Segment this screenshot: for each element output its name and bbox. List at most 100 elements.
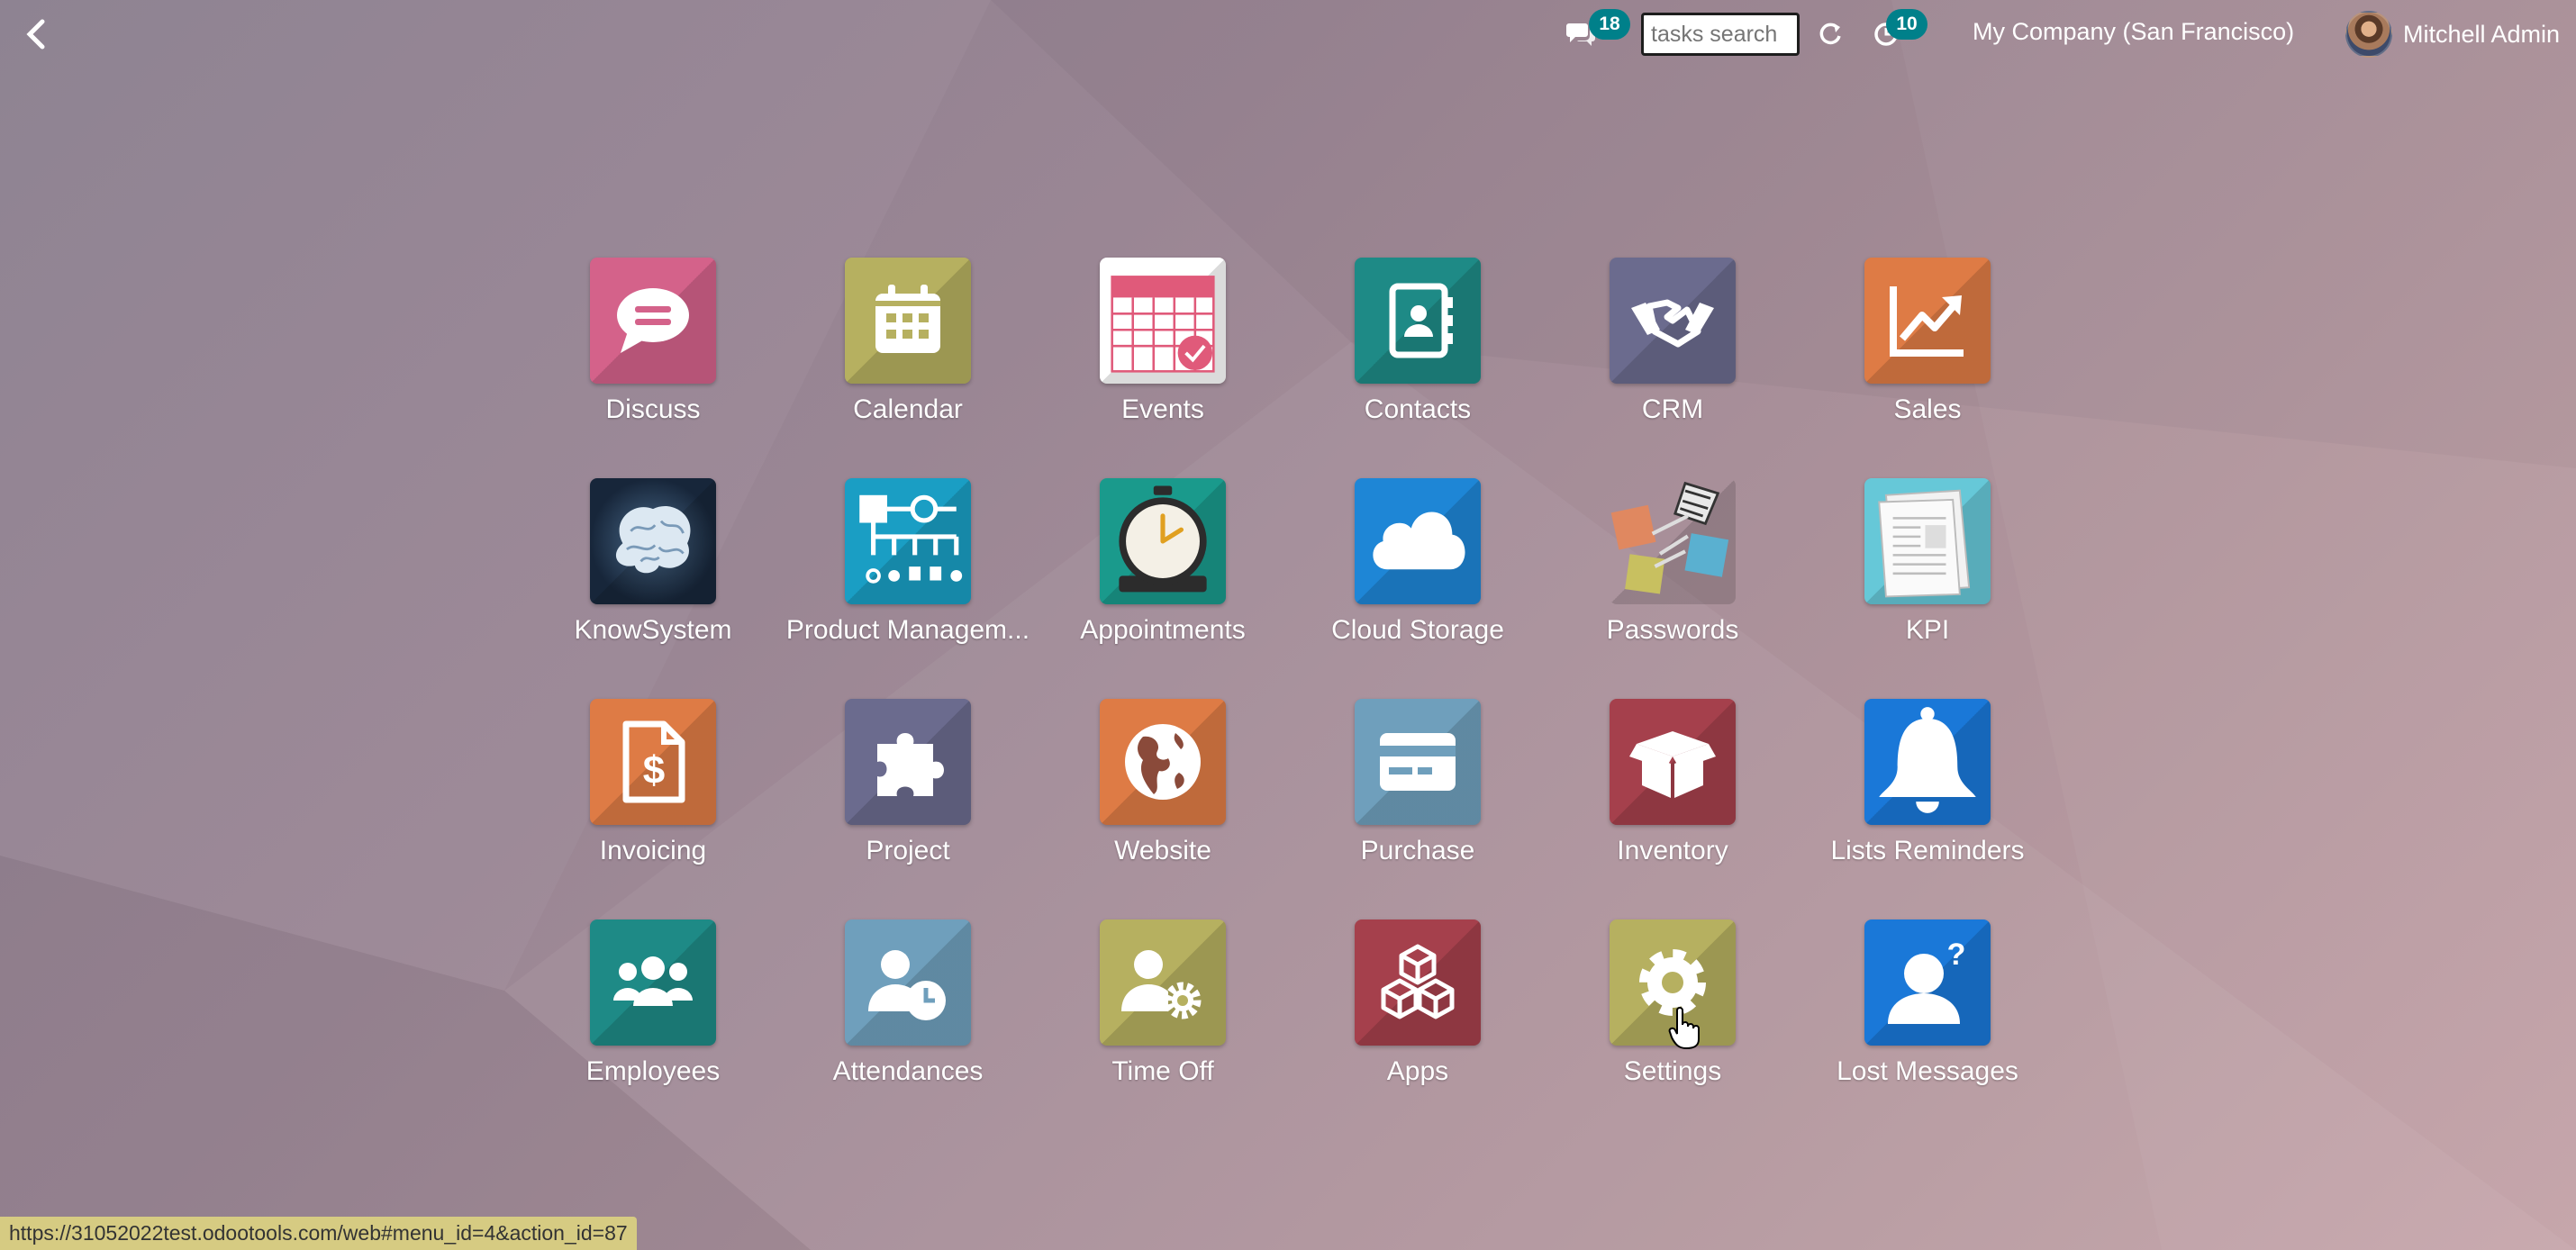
brain-icon <box>615 506 691 574</box>
app-icon-tile <box>1610 699 1736 825</box>
app-lost-messages[interactable]: ? Lost Messages <box>1800 919 2055 1140</box>
app-appointments[interactable]: Appointments <box>1035 478 1291 699</box>
bell-icon <box>1879 707 1976 813</box>
app-icon-tile <box>845 699 971 825</box>
app-label: Contacts <box>1364 394 1472 424</box>
app-label: Employees <box>585 1056 721 1086</box>
app-invoicing[interactable]: $ Invoicing <box>525 699 781 919</box>
app-icon-tile <box>1100 699 1226 825</box>
user-clock-icon <box>868 950 946 1020</box>
app-label: Appointments <box>1080 615 1246 645</box>
app-icon-tile <box>1100 258 1226 384</box>
app-time-off[interactable]: Time Off <box>1035 919 1291 1140</box>
app-icon-tile <box>1610 478 1736 604</box>
app-discuss[interactable]: Discuss <box>525 258 781 478</box>
app-calendar[interactable]: Calendar <box>780 258 1036 478</box>
app-icon-tile <box>1355 919 1481 1046</box>
user-question-icon: ? <box>1888 938 1966 1024</box>
app-label: CRM <box>1641 394 1704 424</box>
refresh-icon <box>1819 23 1841 45</box>
app-website[interactable]: Website <box>1035 699 1291 919</box>
app-label: Attendances <box>832 1056 984 1086</box>
app-label: Purchase <box>1360 836 1475 865</box>
app-icon-tile <box>845 919 971 1046</box>
people-icon <box>613 956 693 1006</box>
app-kpi[interactable]: KPI <box>1800 478 2055 699</box>
app-product-management[interactable]: Product Managem... <box>780 478 1036 699</box>
app-knowsystem[interactable]: KnowSystem <box>525 478 781 699</box>
trend-chart-icon <box>1890 286 1964 357</box>
app-attendances[interactable]: Attendances <box>780 919 1036 1140</box>
messages-count-badge: 18 <box>1589 9 1630 40</box>
app-icon-tile <box>1100 478 1226 604</box>
app-label: Product Managem... <box>785 615 1030 645</box>
app-icon-tile <box>845 478 971 604</box>
refresh-button[interactable] <box>1816 20 1846 50</box>
padlocks-icon <box>1610 481 1729 594</box>
app-icon-tile: ? <box>1864 919 1991 1046</box>
app-icon-tile <box>590 478 716 604</box>
app-label: Passwords <box>1606 615 1739 645</box>
handshake-icon <box>1631 299 1714 348</box>
app-label: Invoicing <box>599 836 707 865</box>
app-contacts[interactable]: Contacts <box>1290 258 1546 478</box>
app-label: Lost Messages <box>1837 1056 2018 1086</box>
app-inventory[interactable]: Inventory <box>1545 699 1800 919</box>
app-lists-reminders[interactable]: Lists Reminders <box>1800 699 2055 919</box>
back-button[interactable] <box>18 16 54 52</box>
app-icon-tile <box>1355 478 1481 604</box>
cloud-icon <box>1373 512 1465 570</box>
user-gear-icon <box>1121 950 1202 1019</box>
status-bar-url: https://31052022test.odootools.com/web#m… <box>0 1217 637 1250</box>
app-label: Lists Reminders <box>1830 836 2025 865</box>
app-label: Calendar <box>853 394 963 424</box>
app-label: Settings <box>1623 1056 1722 1086</box>
cubes-icon <box>1381 944 1455 1019</box>
activity-count-badge: 10 <box>1886 9 1927 40</box>
event-calendar-icon <box>1111 276 1215 373</box>
hand-cursor-icon <box>1668 1007 1700 1050</box>
app-icon-tile <box>590 919 716 1046</box>
app-label: Inventory <box>1617 836 1728 865</box>
app-label: Sales <box>1893 394 1962 424</box>
app-passwords[interactable]: Passwords <box>1545 478 1800 699</box>
chevron-left-icon <box>26 19 45 50</box>
box-icon <box>1629 731 1716 798</box>
app-icon-tile <box>1864 258 1991 384</box>
app-label: Website <box>1114 836 1211 865</box>
puzzle-icon <box>877 733 944 796</box>
credit-card-icon <box>1380 733 1456 791</box>
app-icon-tile <box>590 258 716 384</box>
app-label: Project <box>866 836 950 865</box>
stopwatch-icon <box>1119 485 1207 593</box>
app-label: Discuss <box>605 394 701 424</box>
app-crm[interactable]: CRM <box>1545 258 1800 478</box>
tasks-search-input[interactable] <box>1641 13 1800 56</box>
app-icon-tile <box>1864 478 1991 604</box>
user-menu[interactable]: Mitchell Admin <box>2345 11 2560 58</box>
app-project[interactable]: Project <box>780 699 1036 919</box>
company-switcher[interactable]: My Company (San Francisco) <box>1973 18 2294 46</box>
app-icon-tile <box>1864 699 1991 825</box>
app-label: Cloud Storage <box>1331 615 1504 645</box>
app-label: Apps <box>1386 1056 1449 1086</box>
app-cloud-storage[interactable]: Cloud Storage <box>1290 478 1546 699</box>
calendar-icon <box>875 285 940 353</box>
avatar <box>2345 11 2392 58</box>
newspaper-icon <box>1878 489 1971 598</box>
top-navbar: 18 10 My Company (San Francisco) Mitchel… <box>0 0 2576 68</box>
app-sales[interactable]: Sales <box>1800 258 2055 478</box>
app-events[interactable]: Events <box>1035 258 1291 478</box>
app-icon-tile <box>845 258 971 384</box>
app-icon-tile <box>1100 919 1226 1046</box>
app-label: KPI <box>1905 615 1950 645</box>
svg-text:$: $ <box>643 748 665 793</box>
app-apps[interactable]: Apps <box>1290 919 1546 1140</box>
product-tree-icon <box>859 494 963 584</box>
app-icon-tile <box>1355 699 1481 825</box>
chat-bubble-icon <box>617 288 689 353</box>
app-purchase[interactable]: Purchase <box>1290 699 1546 919</box>
svg-text:?: ? <box>1947 938 1966 972</box>
app-employees[interactable]: Employees <box>525 919 781 1140</box>
app-icon-tile <box>1610 258 1736 384</box>
